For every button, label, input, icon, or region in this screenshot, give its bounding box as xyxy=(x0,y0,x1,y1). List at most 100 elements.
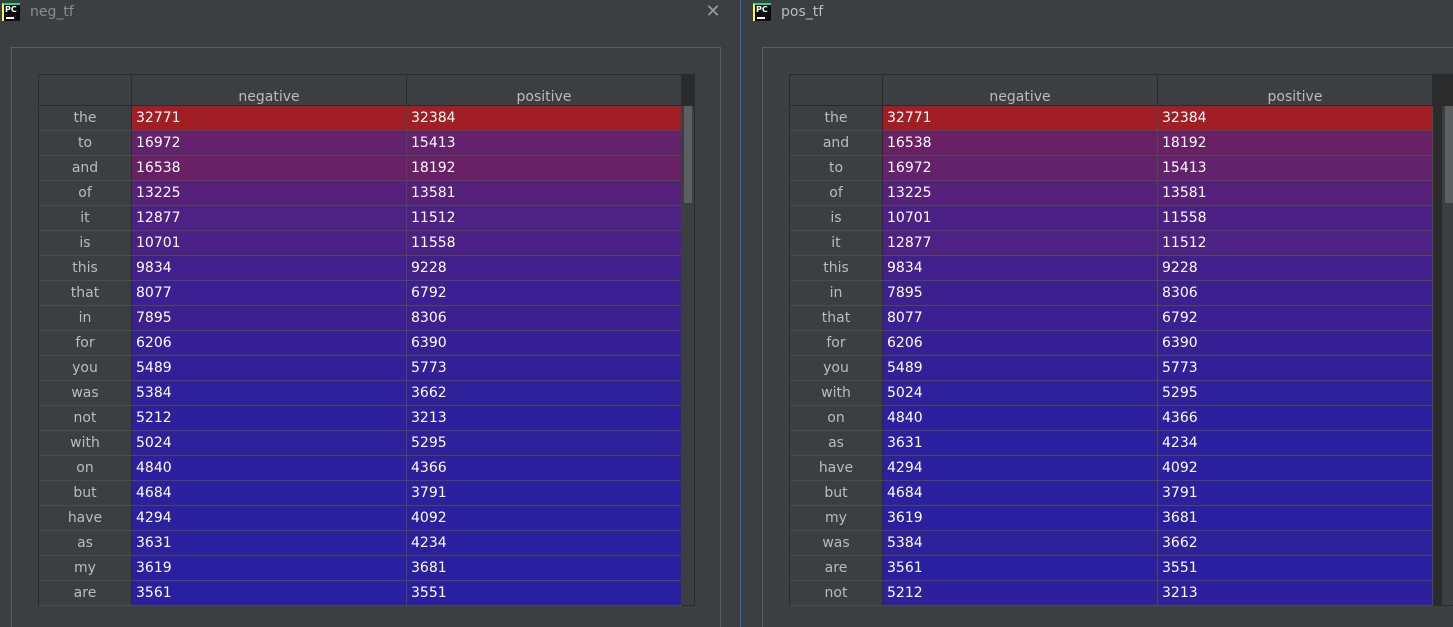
table-row[interactable]: that 8077 6792 xyxy=(39,281,682,306)
cell-positive[interactable]: 5773 xyxy=(1158,356,1433,380)
table-row[interactable]: but 4684 3791 xyxy=(39,481,682,506)
table-row[interactable]: and 16538 18192 xyxy=(39,156,682,181)
cell-positive[interactable]: 6792 xyxy=(1158,306,1433,330)
cell-positive[interactable]: 13581 xyxy=(1158,181,1433,205)
cell-negative[interactable]: 5384 xyxy=(883,531,1158,555)
table-row[interactable]: my 3619 3681 xyxy=(790,506,1433,531)
cell-positive[interactable]: 15413 xyxy=(1158,156,1433,180)
cell-positive[interactable]: 3681 xyxy=(1158,506,1433,530)
cell-negative[interactable]: 5212 xyxy=(132,406,407,430)
cell-negative[interactable]: 16972 xyxy=(883,156,1158,180)
cell-negative[interactable]: 3619 xyxy=(883,506,1158,530)
table-row[interactable]: with 5024 5295 xyxy=(39,431,682,456)
cell-positive[interactable]: 3551 xyxy=(407,581,682,605)
table-row[interactable]: that 8077 6792 xyxy=(790,306,1433,331)
dataframe-table[interactable]: negative positive the 32771 32384 and 16538 1… xyxy=(789,74,1453,606)
table-row[interactable]: are 3561 3551 xyxy=(39,581,682,606)
cell-positive[interactable]: 13581 xyxy=(407,181,682,205)
cell-negative[interactable]: 3561 xyxy=(132,581,407,605)
cell-positive[interactable]: 18192 xyxy=(407,156,682,180)
table-row[interactable]: of 13225 13581 xyxy=(790,181,1433,206)
cell-negative[interactable]: 10701 xyxy=(883,206,1158,230)
cell-negative[interactable]: 3619 xyxy=(132,556,407,580)
cell-negative[interactable]: 3631 xyxy=(883,431,1158,455)
table-row[interactable]: are 3561 3551 xyxy=(790,556,1433,581)
cell-negative[interactable]: 5024 xyxy=(132,431,407,455)
cell-positive[interactable]: 11512 xyxy=(1158,231,1433,255)
table-row[interactable]: as 3631 4234 xyxy=(790,431,1433,456)
cell-positive[interactable]: 11558 xyxy=(407,231,682,255)
table-row[interactable]: with 5024 5295 xyxy=(790,381,1433,406)
table-row[interactable]: it 12877 11512 xyxy=(39,206,682,231)
table-row[interactable]: is 10701 11558 xyxy=(790,206,1433,231)
cell-positive[interactable]: 5295 xyxy=(407,431,682,455)
cell-positive[interactable]: 4092 xyxy=(1158,456,1433,480)
cell-negative[interactable]: 3631 xyxy=(132,531,407,555)
cell-positive[interactable]: 4092 xyxy=(407,506,682,530)
cell-negative[interactable]: 5212 xyxy=(883,581,1158,605)
cell-negative[interactable]: 8077 xyxy=(883,306,1158,330)
column-header-negative[interactable]: negative xyxy=(883,75,1158,105)
table-row[interactable]: you 5489 5773 xyxy=(39,356,682,381)
cell-negative[interactable]: 5384 xyxy=(132,381,407,405)
cell-positive[interactable]: 3213 xyxy=(1158,581,1433,605)
cell-positive[interactable]: 8306 xyxy=(407,306,682,330)
cell-positive[interactable]: 32384 xyxy=(1158,106,1433,130)
table-row[interactable]: to 16972 15413 xyxy=(39,131,682,156)
cell-negative[interactable]: 5489 xyxy=(132,356,407,380)
cell-negative[interactable]: 5489 xyxy=(883,356,1158,380)
table-row[interactable]: the 32771 32384 xyxy=(39,106,682,131)
cell-positive[interactable]: 3662 xyxy=(1158,531,1433,555)
cell-positive[interactable]: 3662 xyxy=(407,381,682,405)
table-row[interactable]: was 5384 3662 xyxy=(39,381,682,406)
cell-positive[interactable]: 4366 xyxy=(407,456,682,480)
cell-negative[interactable]: 16972 xyxy=(132,131,407,155)
cell-positive[interactable]: 8306 xyxy=(1158,281,1433,305)
table-row[interactable]: in 7895 8306 xyxy=(39,306,682,331)
table-row[interactable]: not 5212 3213 xyxy=(39,406,682,431)
table-row[interactable]: of 13225 13581 xyxy=(39,181,682,206)
scrollbar-thumb[interactable] xyxy=(684,106,692,203)
cell-negative[interactable]: 5024 xyxy=(883,381,1158,405)
vertical-scrollbar[interactable] xyxy=(1442,106,1453,605)
cell-positive[interactable]: 5295 xyxy=(1158,381,1433,405)
table-row[interactable]: my 3619 3681 xyxy=(39,556,682,581)
cell-positive[interactable]: 6792 xyxy=(407,281,682,305)
column-header-positive[interactable]: positive xyxy=(407,75,682,105)
cell-negative[interactable]: 4684 xyxy=(132,481,407,505)
cell-negative[interactable]: 7895 xyxy=(883,281,1158,305)
table-row[interactable]: on 4840 4366 xyxy=(790,406,1433,431)
table-row[interactable]: you 5489 5773 xyxy=(790,356,1433,381)
cell-negative[interactable]: 12877 xyxy=(883,231,1158,255)
table-row[interactable]: this 9834 9228 xyxy=(790,256,1433,281)
vertical-scrollbar[interactable] xyxy=(681,106,694,605)
table-row[interactable]: was 5384 3662 xyxy=(790,531,1433,556)
cell-positive[interactable]: 6390 xyxy=(1158,331,1433,355)
cell-positive[interactable]: 3551 xyxy=(1158,556,1433,580)
cell-positive[interactable]: 4234 xyxy=(407,531,682,555)
cell-positive[interactable]: 3213 xyxy=(407,406,682,430)
table-row[interactable]: but 4684 3791 xyxy=(790,481,1433,506)
cell-negative[interactable]: 6206 xyxy=(883,331,1158,355)
cell-positive[interactable]: 9228 xyxy=(1158,256,1433,280)
cell-negative[interactable]: 13225 xyxy=(132,181,407,205)
cell-negative[interactable]: 9834 xyxy=(883,256,1158,280)
scrollbar-thumb[interactable] xyxy=(1445,106,1453,203)
cell-negative[interactable]: 4840 xyxy=(883,406,1158,430)
table-row[interactable]: for 6206 6390 xyxy=(39,331,682,356)
table-row[interactable]: it 12877 11512 xyxy=(790,231,1433,256)
cell-positive[interactable]: 11512 xyxy=(407,206,682,230)
cell-positive[interactable]: 6390 xyxy=(407,331,682,355)
cell-positive[interactable]: 32384 xyxy=(407,106,682,130)
cell-positive[interactable]: 15413 xyxy=(407,131,682,155)
table-row[interactable]: for 6206 6390 xyxy=(790,331,1433,356)
cell-positive[interactable]: 4366 xyxy=(1158,406,1433,430)
cell-positive[interactable]: 3791 xyxy=(1158,481,1433,505)
cell-negative[interactable]: 16538 xyxy=(883,131,1158,155)
cell-positive[interactable]: 3681 xyxy=(407,556,682,580)
cell-negative[interactable]: 8077 xyxy=(132,281,407,305)
table-row[interactable]: is 10701 11558 xyxy=(39,231,682,256)
cell-negative[interactable]: 10701 xyxy=(132,231,407,255)
cell-negative[interactable]: 4840 xyxy=(132,456,407,480)
cell-positive[interactable]: 18192 xyxy=(1158,131,1433,155)
